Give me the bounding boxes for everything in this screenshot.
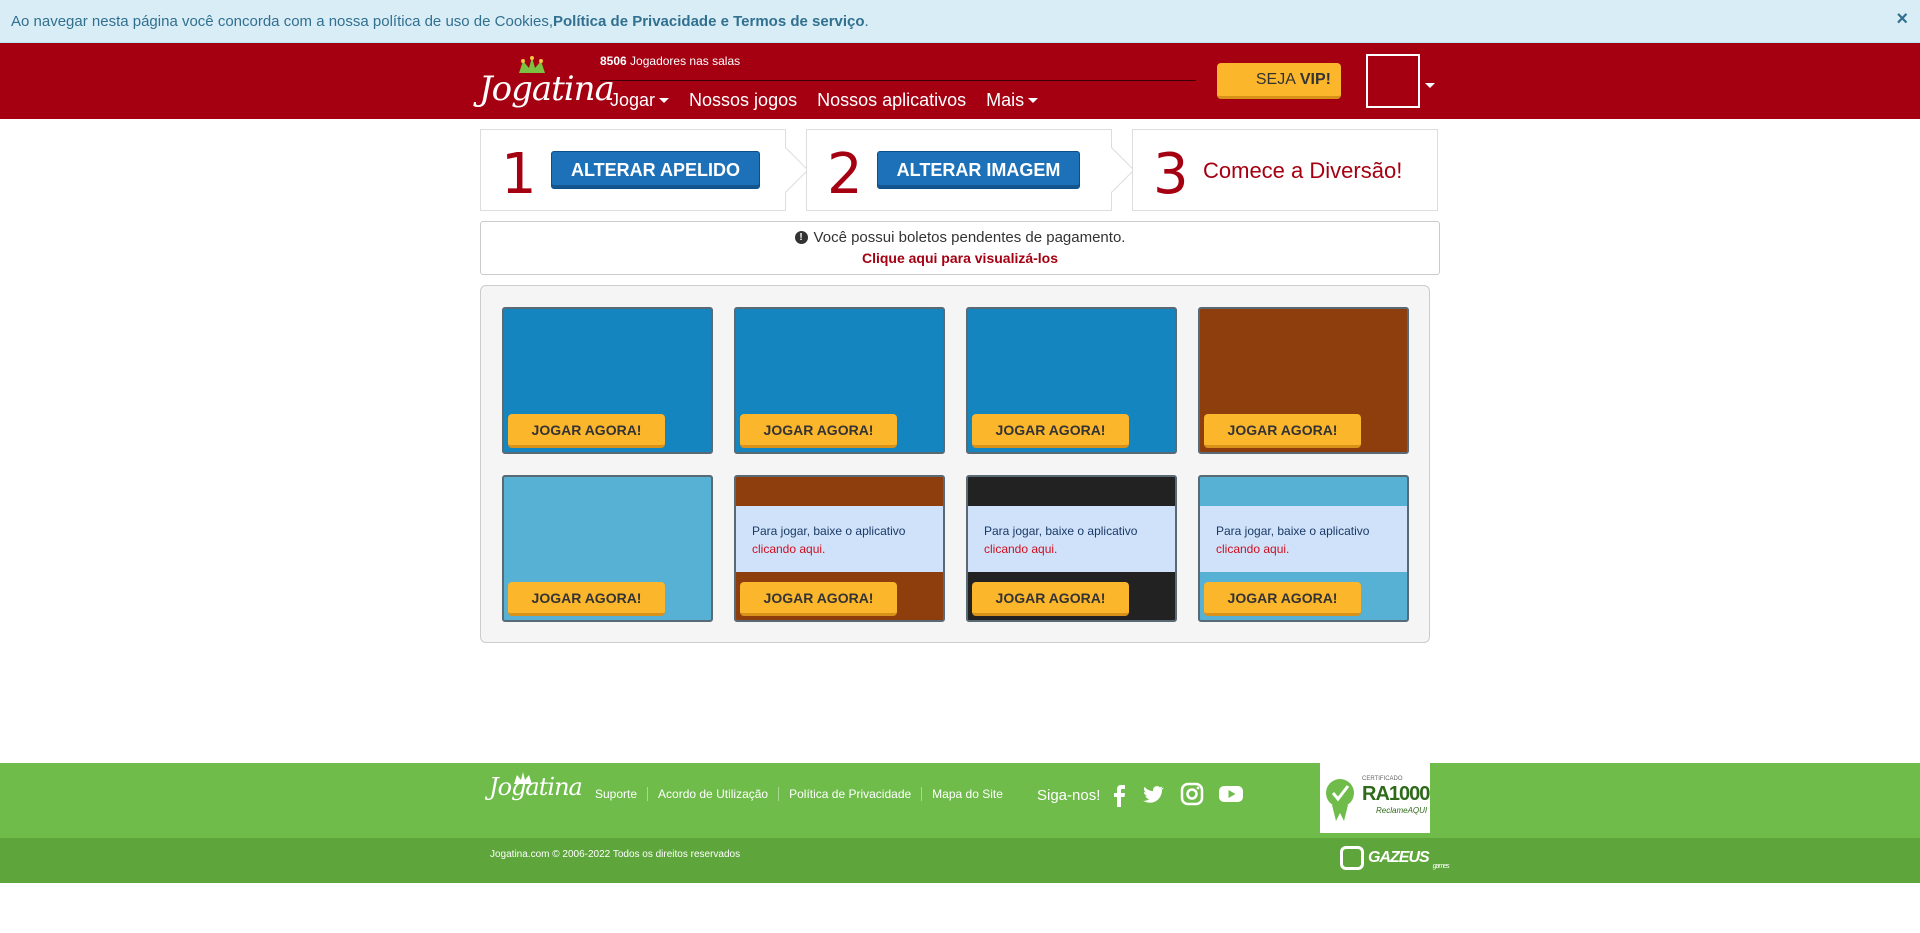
footer-logo[interactable]: Jogatina — [489, 773, 583, 801]
cookie-suffix: . — [864, 12, 869, 30]
step-number: 3 — [1153, 142, 1189, 207]
header-divider — [600, 80, 1196, 81]
ra-sub-label: ReclameAQUI — [1376, 806, 1428, 815]
download-app-notice: Para jogar, baixe o aplicativo clicando … — [968, 506, 1175, 572]
footer-link-suporte[interactable]: Suporte — [585, 787, 647, 801]
nav-item-nossos-aplicativos[interactable]: Nossos aplicativos — [817, 90, 966, 111]
game-card-6[interactable]: Para jogar, baixe o aplicativo clicando … — [734, 475, 945, 622]
play-now-button[interactable]: JOGAR AGORA! — [1204, 582, 1361, 616]
nav-item-jogar[interactable]: Jogar — [610, 90, 670, 111]
step-arrow — [1089, 147, 1135, 193]
site-header: Jogatina 8506 Jogadores nas salas Jogar … — [0, 43, 1920, 119]
cookie-banner: Ao navegar nesta página você concorda co… — [0, 0, 1920, 43]
footer: Jogatina Suporte Acordo de Utilização Po… — [0, 763, 1920, 838]
play-now-button[interactable]: JOGAR AGORA! — [972, 414, 1129, 448]
footer-bottom: Jogatina.com © 2006-2022 Todos os direit… — [0, 838, 1920, 883]
step-2: 2 ALTERAR IMAGEM — [806, 129, 1135, 211]
step-number: 2 — [827, 142, 863, 207]
alert-message: Você possui boletos pendentes de pagamen… — [813, 229, 1126, 246]
ra-cert-label: CERTIFICADO — [1362, 776, 1403, 782]
play-now-button[interactable]: JOGAR AGORA! — [740, 582, 897, 616]
game-card-2[interactable]: JOGAR AGORA! — [734, 307, 945, 454]
follow-us-label: Siga-nos! — [1037, 787, 1101, 804]
twitter-icon[interactable] — [1140, 781, 1166, 807]
players-label: Jogadores nas salas — [630, 54, 741, 68]
play-now-button[interactable]: JOGAR AGORA! — [508, 414, 665, 448]
main-nav: Jogar Nossos jogos Nossos aplicativos Ma… — [610, 90, 1039, 111]
facebook-icon[interactable] — [1106, 781, 1132, 807]
players-count: 8506 — [600, 54, 627, 68]
pending-payment-alert: ! Você possui boletos pendentes de pagam… — [480, 221, 1440, 275]
alert-message-row: ! Você possui boletos pendentes de pagam… — [481, 229, 1439, 246]
nav-label: Mais — [986, 90, 1025, 110]
step-arrow — [763, 147, 809, 193]
play-now-button[interactable]: JOGAR AGORA! — [508, 582, 665, 616]
game-card-7[interactable]: Para jogar, baixe o aplicativo clicando … — [966, 475, 1177, 622]
youtube-icon[interactable] — [1218, 781, 1244, 807]
game-card-8[interactable]: Para jogar, baixe o aplicativo clicando … — [1198, 475, 1409, 622]
gazeus-logo[interactable]: GAZEUS games — [1340, 846, 1450, 870]
game-card-5[interactable]: JOGAR AGORA! — [502, 475, 713, 622]
nav-item-nossos-jogos[interactable]: Nossos jogos — [689, 90, 797, 111]
nav-item-mais[interactable]: Mais — [986, 90, 1039, 111]
privacy-terms-link[interactable]: Política de Privacidade e Termos de serv… — [553, 13, 865, 30]
gazeus-sub: games — [1432, 863, 1450, 870]
play-now-button[interactable]: JOGAR AGORA! — [972, 582, 1129, 616]
play-now-button[interactable]: JOGAR AGORA! — [1204, 414, 1361, 448]
change-image-button[interactable]: ALTERAR IMAGEM — [877, 151, 1080, 189]
step-1: 1 ALTERAR APELIDO — [480, 129, 809, 211]
caret-down-icon — [659, 98, 670, 103]
footer-link-privacidade[interactable]: Política de Privacidade — [778, 787, 921, 801]
step-3: 3 Comece a Diversão! — [1132, 129, 1438, 211]
download-app-text: Para jogar, baixe o aplicativo — [1216, 524, 1370, 538]
jogatina-logo[interactable]: Jogatina — [479, 55, 615, 111]
players-online: 8506 Jogadores nas salas — [600, 54, 740, 68]
logo-text: Jogatina — [479, 69, 615, 109]
game-card-4[interactable]: JOGAR AGORA! — [1198, 307, 1409, 454]
user-menu-caret-icon[interactable] — [1425, 83, 1435, 88]
nav-label: Nossos jogos — [689, 90, 798, 110]
copyright-text: Jogatina.com © 2006-2022 Todos os direit… — [490, 849, 741, 860]
ra1000-badge[interactable]: CERTIFICADO RA1000 ReclameAQUI — [1320, 763, 1430, 833]
user-avatar[interactable] — [1366, 54, 1420, 108]
instagram-icon[interactable] — [1179, 781, 1205, 807]
footer-links: Suporte Acordo de Utilização Política de… — [585, 787, 1013, 801]
vip-bold: VIP! — [1299, 70, 1331, 88]
vip-prefix: SEJA — [1255, 70, 1296, 88]
view-boletos-link[interactable]: Clique aqui para visualizá-los — [481, 250, 1439, 266]
ra-main-label: RA1000 — [1362, 783, 1430, 805]
download-app-link[interactable]: clicando aqui. — [1216, 542, 1289, 556]
vip-button[interactable]: SEJA VIP! — [1217, 63, 1341, 99]
game-card-3[interactable]: JOGAR AGORA! — [966, 307, 1177, 454]
close-icon[interactable]: × — [1896, 8, 1908, 31]
download-app-text: Para jogar, baixe o aplicativo — [752, 524, 906, 538]
play-now-button[interactable]: JOGAR AGORA! — [740, 414, 897, 448]
download-app-notice: Para jogar, baixe o aplicativo clicando … — [736, 506, 943, 572]
start-fun-text: Comece a Diversão! — [1203, 158, 1403, 183]
exclamation-icon: ! — [794, 231, 808, 244]
download-app-link[interactable]: clicando aqui. — [984, 542, 1057, 556]
caret-down-icon — [1028, 98, 1039, 103]
nav-label: Nossos aplicativos — [817, 90, 967, 110]
download-app-link[interactable]: clicando aqui. — [752, 542, 825, 556]
download-app-text: Para jogar, baixe o aplicativo — [984, 524, 1138, 538]
games-panel: JOGAR AGORA! JOGAR AGORA! JOGAR AGORA! J… — [480, 285, 1430, 643]
gazeus-mark-icon — [1340, 846, 1364, 870]
nav-label: Jogar — [610, 90, 656, 110]
cookie-text: Ao navegar nesta página você concorda co… — [11, 12, 554, 30]
game-card-1[interactable]: JOGAR AGORA! — [502, 307, 713, 454]
footer-link-mapa[interactable]: Mapa do Site — [921, 787, 1013, 801]
footer-link-acordo[interactable]: Acordo de Utilização — [647, 787, 778, 801]
change-nickname-button[interactable]: ALTERAR APELIDO — [551, 151, 760, 189]
download-app-notice: Para jogar, baixe o aplicativo clicando … — [1200, 506, 1407, 572]
gazeus-text: GAZEUS — [1368, 849, 1430, 866]
step-number: 1 — [501, 142, 537, 207]
